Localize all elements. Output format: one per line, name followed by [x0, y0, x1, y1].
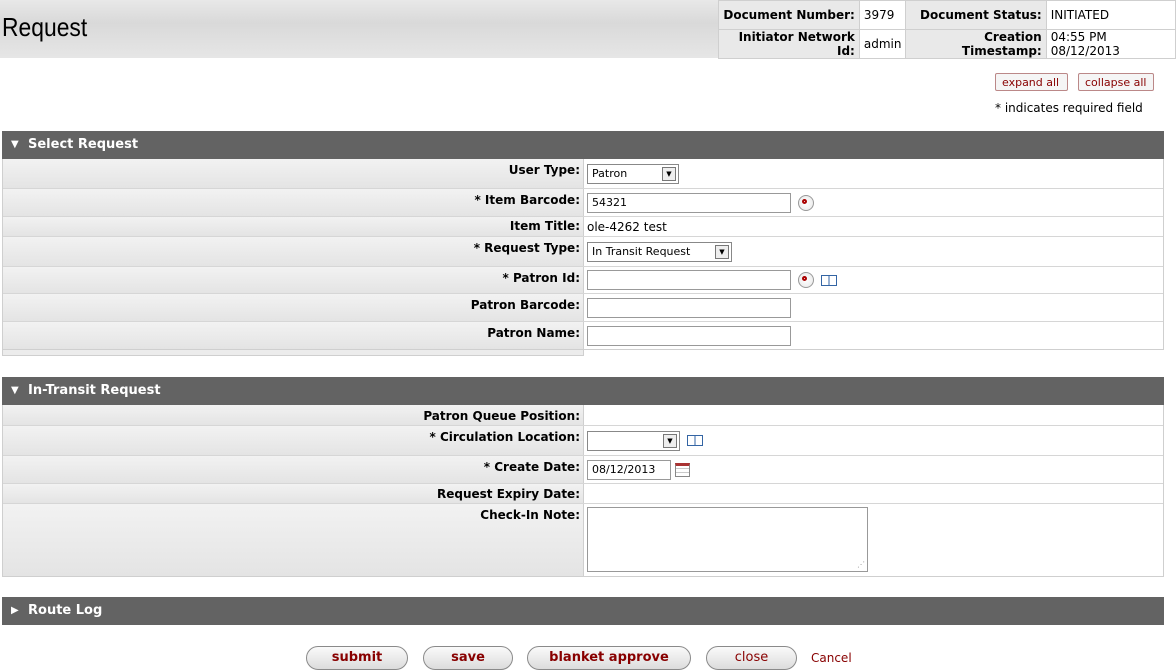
save-button[interactable]: save: [423, 646, 513, 670]
lookup-icon[interactable]: [798, 272, 814, 288]
section-footer-bar: [2, 350, 584, 356]
page-title: Request: [2, 12, 88, 42]
patron-name-row: Patron Name:: [3, 322, 1163, 349]
item-title-value: ole-4262 test: [587, 219, 667, 234]
initiator-label: Initiator Network Id:: [718, 29, 860, 59]
dropdown-arrow-icon: ▼: [663, 433, 677, 448]
create-date-input[interactable]: 08/12/2013: [587, 459, 671, 480]
user-type-value: Patron: [592, 166, 628, 180]
item-barcode-label: * Item Barcode:: [3, 189, 584, 216]
route-log-title: Route Log: [28, 603, 103, 618]
initiator-value: admin: [858, 29, 907, 59]
user-type-row: User Type: Patron ▼: [3, 159, 1163, 189]
request-type-select[interactable]: In Transit Request ▼: [587, 241, 732, 262]
request-type-value: In Transit Request: [592, 244, 691, 258]
dropdown-arrow-icon: ▼: [715, 244, 729, 259]
doc-number-label: Document Number:: [718, 0, 860, 30]
resize-grip-icon[interactable]: ⋰: [857, 561, 865, 569]
patron-name-label: Patron Name:: [3, 322, 584, 349]
document-info-table: Document Number: 3979 Document Status: I…: [718, 0, 1176, 59]
expiry-date-label: Request Expiry Date:: [3, 484, 584, 503]
expand-all-button[interactable]: expand all: [995, 73, 1068, 91]
patron-name-input[interactable]: [587, 325, 791, 346]
lookup-icon[interactable]: [798, 194, 814, 211]
in-transit-title: In-Transit Request: [28, 383, 161, 398]
item-title-label: Item Title:: [3, 217, 584, 236]
page-header: Request Document Number: 3979 Document S…: [0, 0, 1176, 59]
close-button[interactable]: close: [706, 646, 797, 670]
in-transit-header[interactable]: ▼ In-Transit Request: [2, 377, 1164, 405]
inquiry-book-icon[interactable]: [687, 435, 703, 446]
patron-barcode-label: Patron Barcode:: [3, 294, 584, 321]
collapse-triangle-icon[interactable]: ▼: [11, 377, 19, 405]
doc-status-value: INITIATED: [1045, 0, 1176, 30]
item-barcode-row: * Item Barcode: 54321: [3, 189, 1163, 217]
request-type-label: * Request Type:: [3, 237, 584, 266]
blanket-approve-button[interactable]: blanket approve: [527, 646, 691, 670]
queue-position-value: [584, 405, 1163, 425]
circ-location-select[interactable]: ▼: [587, 430, 680, 451]
in-transit-body: Patron Queue Position: * Circulation Loc…: [2, 405, 1164, 577]
route-log-header[interactable]: ▶ Route Log: [2, 597, 1164, 625]
select-request-header[interactable]: ▼ Select Request: [2, 131, 1164, 159]
patron-barcode-input[interactable]: [587, 297, 791, 318]
item-title-row: Item Title: ole-4262 test: [3, 217, 1163, 237]
circ-location-label: * Circulation Location:: [3, 426, 584, 455]
patron-id-input[interactable]: [587, 270, 791, 290]
patron-id-label: * Patron Id:: [3, 267, 584, 293]
expand-triangle-icon[interactable]: ▶: [11, 597, 19, 625]
cancel-link[interactable]: Cancel: [811, 651, 852, 665]
submit-button[interactable]: submit: [306, 646, 408, 670]
create-date-row: * Create Date: 08/12/2013: [3, 456, 1163, 484]
inquiry-book-icon[interactable]: [821, 274, 837, 286]
calendar-icon[interactable]: [675, 462, 690, 477]
dropdown-arrow-icon: ▼: [662, 166, 676, 181]
patron-id-row: * Patron Id:: [3, 267, 1163, 294]
doc-number-value: 3979: [858, 0, 907, 30]
patron-barcode-row: Patron Barcode:: [3, 294, 1163, 322]
select-request-title: Select Request: [28, 137, 139, 152]
required-field-note: * indicates required field: [995, 101, 1143, 115]
doc-status-label: Document Status:: [905, 0, 1047, 30]
circ-location-row: * Circulation Location: ▼: [3, 426, 1163, 456]
request-type-row: * Request Type: In Transit Request ▼: [3, 237, 1163, 267]
expiry-date-value: [584, 484, 1163, 503]
checkin-note-row: Check-In Note: ⋰: [3, 504, 1163, 576]
checkin-note-label: Check-In Note:: [3, 504, 584, 576]
creation-label: Creation Timestamp:: [905, 29, 1047, 59]
collapse-all-button[interactable]: collapse all: [1078, 73, 1154, 91]
queue-position-row: Patron Queue Position:: [3, 405, 1163, 426]
create-date-label: * Create Date:: [3, 456, 584, 483]
expiry-date-row: Request Expiry Date:: [3, 484, 1163, 504]
user-type-select[interactable]: Patron ▼: [587, 163, 679, 184]
checkin-note-textarea[interactable]: ⋰: [587, 507, 868, 572]
collapse-triangle-icon[interactable]: ▼: [11, 131, 19, 159]
queue-position-label: Patron Queue Position:: [3, 405, 584, 425]
item-barcode-input[interactable]: 54321: [587, 192, 791, 213]
select-request-body: User Type: Patron ▼ * Item Barcode: 5432…: [2, 159, 1164, 350]
creation-value: 04:55 PM 08/12/2013: [1045, 29, 1176, 59]
user-type-label: User Type:: [3, 159, 584, 188]
